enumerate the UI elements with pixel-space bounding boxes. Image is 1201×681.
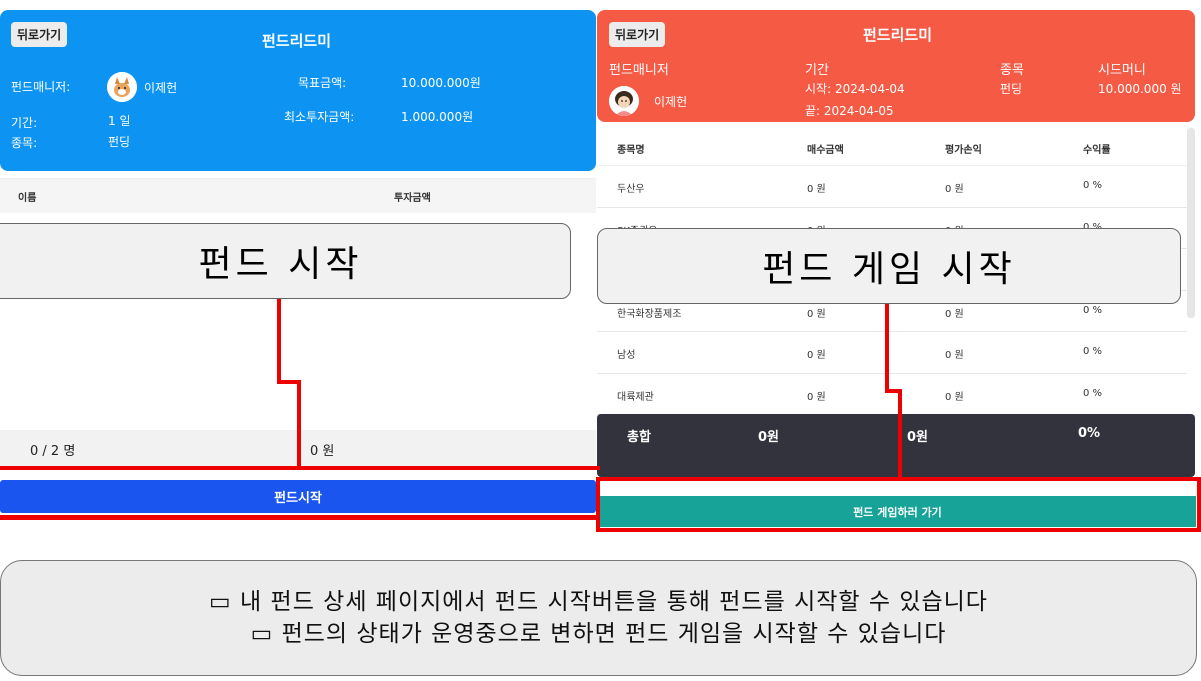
profit-loss: 0 원 — [945, 391, 964, 403]
period-end: 끝: 2024-04-05 — [805, 104, 894, 118]
column-name: 이름 — [18, 193, 37, 204]
period-label: 기간: — [11, 116, 38, 130]
buy-amount: 0 원 — [807, 308, 826, 320]
period-start: 시작: 2024-04-04 — [805, 82, 905, 96]
fund-title: 펀드리드미 — [863, 26, 933, 44]
period-value: 1 일 — [108, 114, 131, 128]
highlight-line — [0, 515, 600, 520]
column-stock-name: 종목명 — [617, 145, 645, 156]
category-label: 종목 — [1000, 63, 1024, 78]
highlight-line — [0, 466, 600, 470]
connector-line — [885, 304, 889, 392]
instruction-note: ▭ 내 펀드 상세 페이지에서 펀드 시작버튼을 통해 펀드를 시작할 수 있습… — [0, 560, 1197, 676]
table-row[interactable]: 남성 0 원 0 원 0 % — [597, 332, 1187, 374]
stock-name: 대륙제관 — [617, 391, 654, 403]
fund-start-button[interactable]: 펀드시작 — [0, 480, 596, 513]
note-line: ▭ 펀드의 상태가 운영중으로 변하면 펀드 게임을 시작할 수 있습니다 — [250, 621, 947, 647]
connector-line — [898, 389, 902, 479]
manager-label: 펀드매니저: — [11, 80, 71, 94]
table-scrollbar[interactable] — [1187, 128, 1195, 318]
callout-fund-start: 펀드 시작 — [0, 223, 571, 299]
profit-loss: 0 원 — [945, 308, 964, 320]
column-return-rate: 수익률 — [1083, 145, 1111, 156]
manager-name: 이제헌 — [144, 81, 178, 95]
buy-amount: 0 원 — [807, 184, 826, 195]
left-fund-header: 뒤로가기 펀드리드미 펀드매니저: 이제헌 기간: 1 일 종목: 펀딩 목표금… — [0, 10, 596, 171]
total-buy: 0원 — [758, 430, 780, 445]
min-invest-value: 1.000.000원 — [401, 110, 474, 124]
period-label: 기간 — [805, 63, 829, 78]
category-value: 펀딩 — [108, 135, 131, 149]
manager-name: 이제헌 — [654, 95, 688, 109]
highlight-box — [596, 477, 1201, 532]
investor-table-header: 이름 투자금액 — [0, 178, 596, 213]
profit-loss: 0 원 — [945, 184, 964, 195]
total-return-rate: 0% — [1078, 426, 1101, 441]
connector-line — [277, 299, 281, 383]
table-row[interactable]: 두산우 0 원 0 원 0 % — [597, 166, 1187, 208]
manager-avatar — [107, 72, 137, 102]
return-rate: 0 % — [1083, 304, 1103, 316]
return-rate: 0 % — [1083, 387, 1103, 399]
stock-table-header: 종목명 매수금액 평가손익 수익률 — [597, 128, 1187, 166]
seed-label: 시드머니 — [1098, 63, 1146, 78]
dog-avatar-icon — [107, 72, 137, 102]
buy-amount: 0 원 — [807, 391, 826, 403]
profit-loss: 0 원 — [945, 350, 964, 361]
stock-name: 두산우 — [617, 184, 645, 195]
note-line: ▭ 내 펀드 상세 페이지에서 펀드 시작버튼을 통해 펀드를 시작할 수 있습… — [209, 588, 988, 615]
connector-line — [297, 380, 301, 469]
total-label: 총합 — [627, 430, 651, 445]
manager-avatar — [609, 86, 639, 116]
stock-name: 남성 — [617, 350, 636, 361]
column-buy-amount: 매수금액 — [807, 145, 844, 156]
manager-label: 펀드매니저 — [609, 63, 669, 78]
right-fund-header: 뒤로가기 펀드리드미 펀드매니저 이제헌 기간 시작: 2024-04-04 끝… — [597, 10, 1195, 122]
investor-count: 0 / 2 명 — [30, 444, 76, 459]
min-invest-label: 최소투자금액: — [284, 110, 355, 124]
person-avatar-icon — [609, 86, 639, 116]
return-rate: 0 % — [1083, 180, 1103, 191]
stock-name: 한국화장품제조 — [617, 308, 682, 320]
table-row[interactable]: 대륙제관 0 원 0 원 0 % — [597, 374, 1187, 415]
callout-fund-game-start: 펀드 게임 시작 — [597, 228, 1181, 304]
target-label: 목표금액: — [298, 76, 347, 90]
total-profit-loss: 0원 — [907, 430, 929, 445]
category-value: 펀딩 — [1000, 82, 1023, 96]
fund-title: 펀드리드미 — [262, 32, 332, 50]
invested-amount: 0 원 — [310, 444, 335, 459]
column-profit-loss: 평가손익 — [945, 145, 982, 156]
buy-amount: 0 원 — [807, 350, 826, 361]
seed-value: 10.000.000 원 — [1098, 82, 1182, 96]
back-button[interactable]: 뒤로가기 — [609, 22, 666, 47]
back-button[interactable]: 뒤로가기 — [11, 22, 68, 47]
column-amount: 투자금액 — [394, 193, 431, 204]
return-rate: 0 % — [1083, 346, 1103, 357]
category-label: 종목: — [11, 136, 38, 150]
total-summary-bar: 총합 0원 0원 0% — [597, 414, 1195, 477]
target-value: 10.000.000원 — [401, 76, 481, 90]
